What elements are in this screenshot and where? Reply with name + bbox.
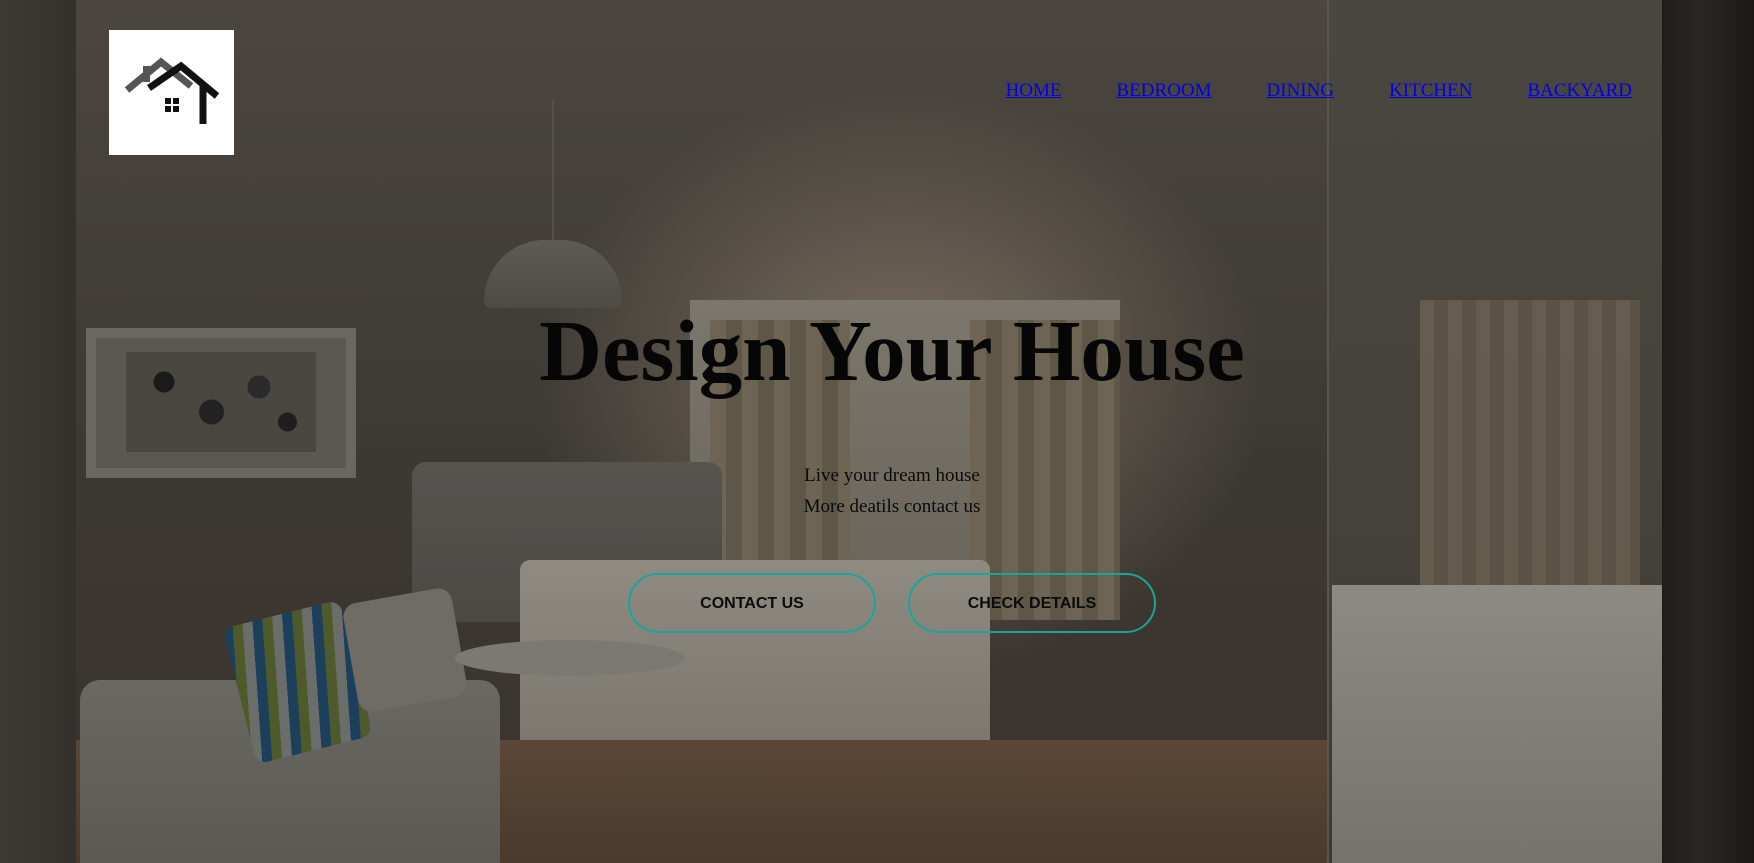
check-details-button[interactable]: CHECK DETAILS (908, 573, 1156, 633)
nav-bedroom-link[interactable]: BEDROOM (1117, 80, 1212, 102)
side-table (455, 640, 685, 676)
hero-subtitle: Live your dream house More deatils conta… (0, 460, 1754, 522)
dotted-pillow (341, 586, 469, 714)
logo-link[interactable] (109, 30, 234, 155)
hero-subtitle-line-2: More deatils contact us (803, 496, 981, 517)
hero-background-image (0, 0, 1754, 863)
contact-us-button[interactable]: CONTACT US (628, 573, 876, 633)
hero-subtitle-line-1: Live your dream house (804, 465, 980, 486)
lamp-cord (552, 100, 554, 245)
nav-kitchen-link[interactable]: KITCHEN (1389, 80, 1472, 102)
nav-backyard-link[interactable]: BACKYARD (1527, 80, 1632, 102)
house-roof-icon (124, 57, 220, 124)
mirror-bed-reflection (1332, 585, 1668, 863)
hero-title: Design Your House (539, 302, 1245, 399)
main-nav: HOME BEDROOM DINING KITCHEN BACKYARD (951, 80, 1632, 102)
pendant-lamp (484, 240, 622, 308)
door-edge (1662, 0, 1754, 863)
nav-dining-link[interactable]: DINING (1267, 80, 1335, 102)
nav-home-link[interactable]: HOME (1006, 80, 1062, 102)
wall-left (0, 0, 76, 863)
